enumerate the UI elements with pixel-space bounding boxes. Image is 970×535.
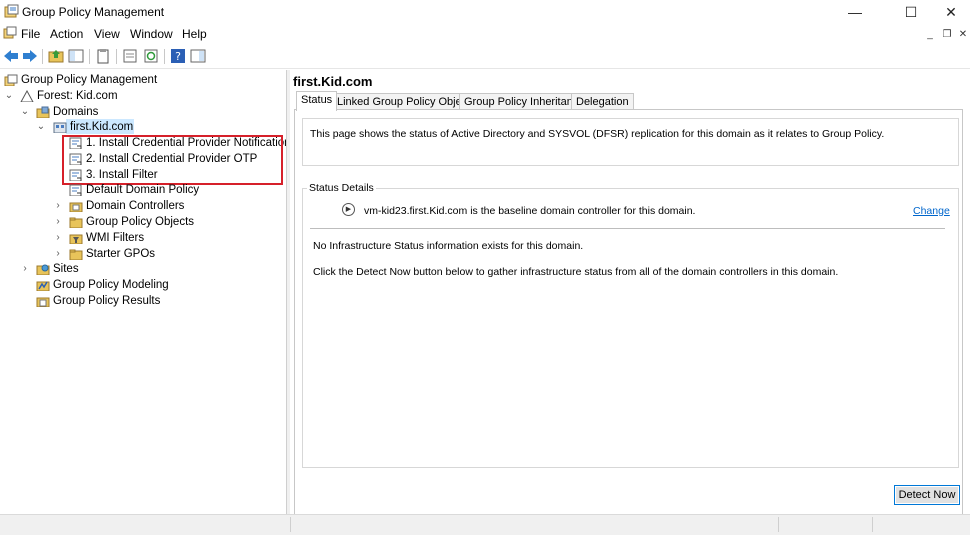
gpmc-app-icon [4,4,19,18]
mdi-close-button[interactable]: ✕ [955,28,970,41]
show-hide-action-pane-icon[interactable] [190,48,206,64]
tree-label: Group Policy Results [53,295,161,307]
menu-file[interactable]: File [21,27,40,41]
tab-delegation[interactable]: Delegation [571,93,634,110]
info-box [302,118,959,166]
domain-icon [53,122,67,133]
menu-action[interactable]: Action [50,27,83,41]
tree-label: Domain Controllers [86,200,185,212]
menu-window[interactable]: Window [130,27,173,41]
folder-icon [69,217,83,228]
forest-icon [20,90,34,102]
modeling-icon [36,281,50,291]
tree-label: Group Policy Management [21,74,158,86]
refresh-icon[interactable] [143,48,159,64]
close-button[interactable]: ✕ [928,0,970,24]
gpm-root-icon [4,74,18,86]
tree-label: WMI Filters [86,232,145,244]
minimize-button[interactable]: — [832,0,878,24]
svg-text:?: ? [175,50,181,63]
no-infrastructure-text: No Infrastructure Status information exi… [313,240,584,252]
window-title: Group Policy Management [22,5,165,19]
pane-splitter[interactable] [286,70,290,514]
title-bar: Group Policy Management — ☐ ✕ [0,0,970,24]
console-tree-icon[interactable] [68,48,84,64]
expand-chevron-icon[interactable]: › [53,198,63,214]
mdi-restore-button[interactable]: ❐ [939,28,955,41]
gpo-link-icon [69,184,82,196]
mdi-minimize-button[interactable]: _ [922,28,938,41]
status-details-group [302,188,959,468]
ou-folder-icon [69,202,83,212]
back-arrow-icon[interactable] [3,48,19,64]
detect-now-button[interactable]: Detect Now [894,485,960,505]
info-text: This page shows the status of Active Dir… [310,128,885,140]
system-menu-icon[interactable] [3,26,17,40]
menu-bar: File Action View Window Help [0,24,970,44]
status-bar-separator [778,517,779,532]
properties-icon[interactable] [122,48,138,64]
status-bar [0,514,970,535]
tree-label: Group Policy Objects [86,216,195,228]
expand-chevron-icon[interactable]: › [53,230,63,246]
toolbar-separator [116,49,117,64]
expand-details-icon[interactable]: ▶ [342,203,355,216]
tree-label: first.Kid.com [70,121,134,133]
tree-label: Sites [53,263,79,275]
help-icon[interactable]: ? [170,48,186,64]
folder-icon [69,249,83,260]
baseline-dc-text: vm-kid23.first.Kid.com is the baseline d… [364,205,696,217]
results-icon [36,297,50,307]
divider [310,228,945,229]
change-link[interactable]: Change [913,205,950,217]
menu-help[interactable]: Help [182,27,207,41]
wmi-filter-folder-icon [69,234,83,244]
sites-folder-icon [36,264,50,275]
expand-chevron-icon[interactable]: › [53,246,63,262]
tab-gp-inheritance[interactable]: Group Policy Inheritance [459,93,590,110]
tree-label: Default Domain Policy [86,184,200,196]
menu-view[interactable]: View [94,27,120,41]
status-details-title: Status Details [307,182,376,194]
collapse-chevron-icon[interactable]: ⌄ [36,119,46,135]
tree-label: Domains [53,106,99,118]
tree-label: Forest: Kid.com [37,90,118,102]
details-title: first.Kid.com [293,74,373,89]
tree-label: Group Policy Modeling [53,279,169,291]
toolbar-separator [42,49,43,64]
tree-label: Starter GPOs [86,248,156,260]
toolbar-separator [89,49,90,64]
toolbar: ? [0,44,970,69]
expand-chevron-icon[interactable]: › [53,214,63,230]
status-bar-separator [290,517,291,532]
expand-chevron-icon[interactable]: › [20,261,30,277]
up-folder-icon[interactable] [48,48,64,64]
status-bar-separator [872,517,873,532]
detect-instructions-text: Click the Detect Now button below to gat… [313,266,839,278]
collapse-chevron-icon[interactable]: ⌄ [20,104,30,120]
annotation-highlight-box [62,135,283,185]
collapse-chevron-icon[interactable]: ⌄ [4,88,14,104]
clipboard-icon[interactable] [95,48,111,64]
tab-status[interactable]: Status [296,91,338,111]
forward-arrow-icon[interactable] [22,48,38,64]
toolbar-separator [164,49,165,64]
domains-folder-icon [36,106,50,118]
